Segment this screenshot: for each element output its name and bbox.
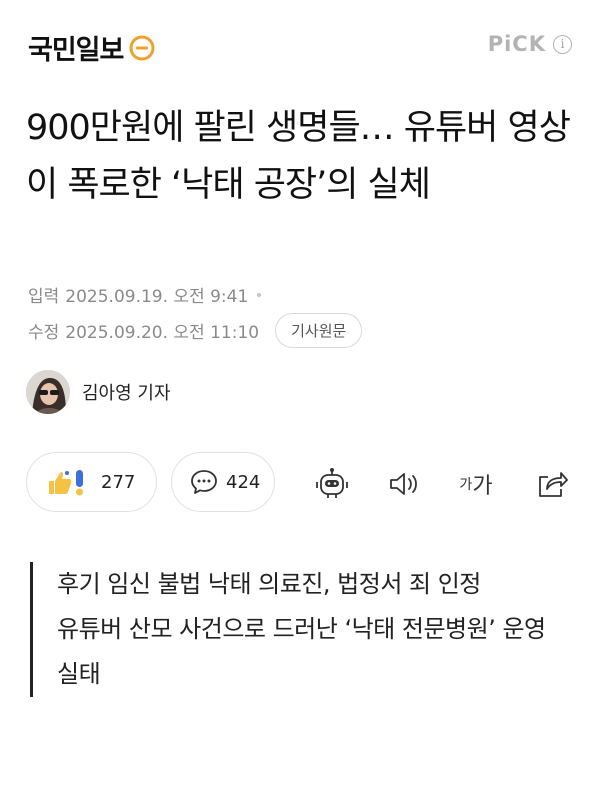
reporter-info[interactable]: 김아영 기자: [26, 370, 171, 414]
modified-date: 2025.09.20. 오전 11:10: [65, 323, 260, 343]
reaction-icon: [45, 467, 91, 497]
reporter-name: 김아영 기자: [82, 383, 171, 404]
pick-label: PiCK: [487, 32, 546, 56]
kmib-logo-icon: [129, 35, 155, 61]
tts-button[interactable]: [386, 466, 422, 502]
comment-button[interactable]: 424: [171, 452, 275, 512]
article-summary: 후기 임신 불법 낙태 의료진, 법정서 죄 인정 유튜버 산모 사건으로 드러…: [30, 562, 570, 697]
original-article-button[interactable]: 기사원문: [275, 313, 363, 348]
robot-icon: [316, 468, 348, 498]
summary-line: 후기 임신 불법 낙태 의료진, 법정서 죄 인정: [57, 570, 481, 598]
published-row: 입력 2025.09.19. 오전 9:41: [28, 282, 262, 307]
share-button[interactable]: [534, 466, 570, 502]
share-icon: [539, 472, 568, 497]
info-icon[interactable]: i: [553, 34, 572, 54]
published-date: 2025.09.19. 오전 9:41: [65, 287, 249, 307]
reaction-count: 277: [101, 471, 136, 493]
published-label: 입력: [28, 287, 60, 307]
reporter-avatar[interactable]: [26, 370, 70, 414]
font-size-small: 가: [459, 477, 473, 493]
separator-dot: [257, 292, 262, 297]
font-size-large: 가: [472, 474, 493, 499]
ai-summary-button[interactable]: [314, 466, 350, 502]
modified-row: 수정 2025.09.20. 오전 11:10 기사원문: [28, 313, 363, 348]
comment-count: 424: [226, 471, 261, 493]
reaction-button[interactable]: 277: [26, 452, 157, 512]
modified-label: 수정: [28, 323, 60, 343]
logo-text: 국민일보: [28, 35, 124, 66]
comment-icon: [190, 469, 218, 495]
app-header: 국민일보 PiCK i: [0, 0, 600, 90]
summary-line: 유튜버 산모 사건으로 드러난 ‘낙태 전문병원’ 운영 실태: [57, 615, 546, 688]
article-title: 900만원에 팔린 생명들… 유튜버 영상이 폭로한 ‘낙태 공장’의 실체: [26, 108, 571, 205]
kmib-logo[interactable]: 국민일보: [28, 28, 155, 67]
article-toolbar: 277 424 가 가: [26, 452, 574, 514]
font-size-button[interactable]: 가가: [458, 466, 494, 502]
speaker-icon: [390, 473, 417, 495]
pick-badge[interactable]: PiCK i: [488, 32, 572, 56]
